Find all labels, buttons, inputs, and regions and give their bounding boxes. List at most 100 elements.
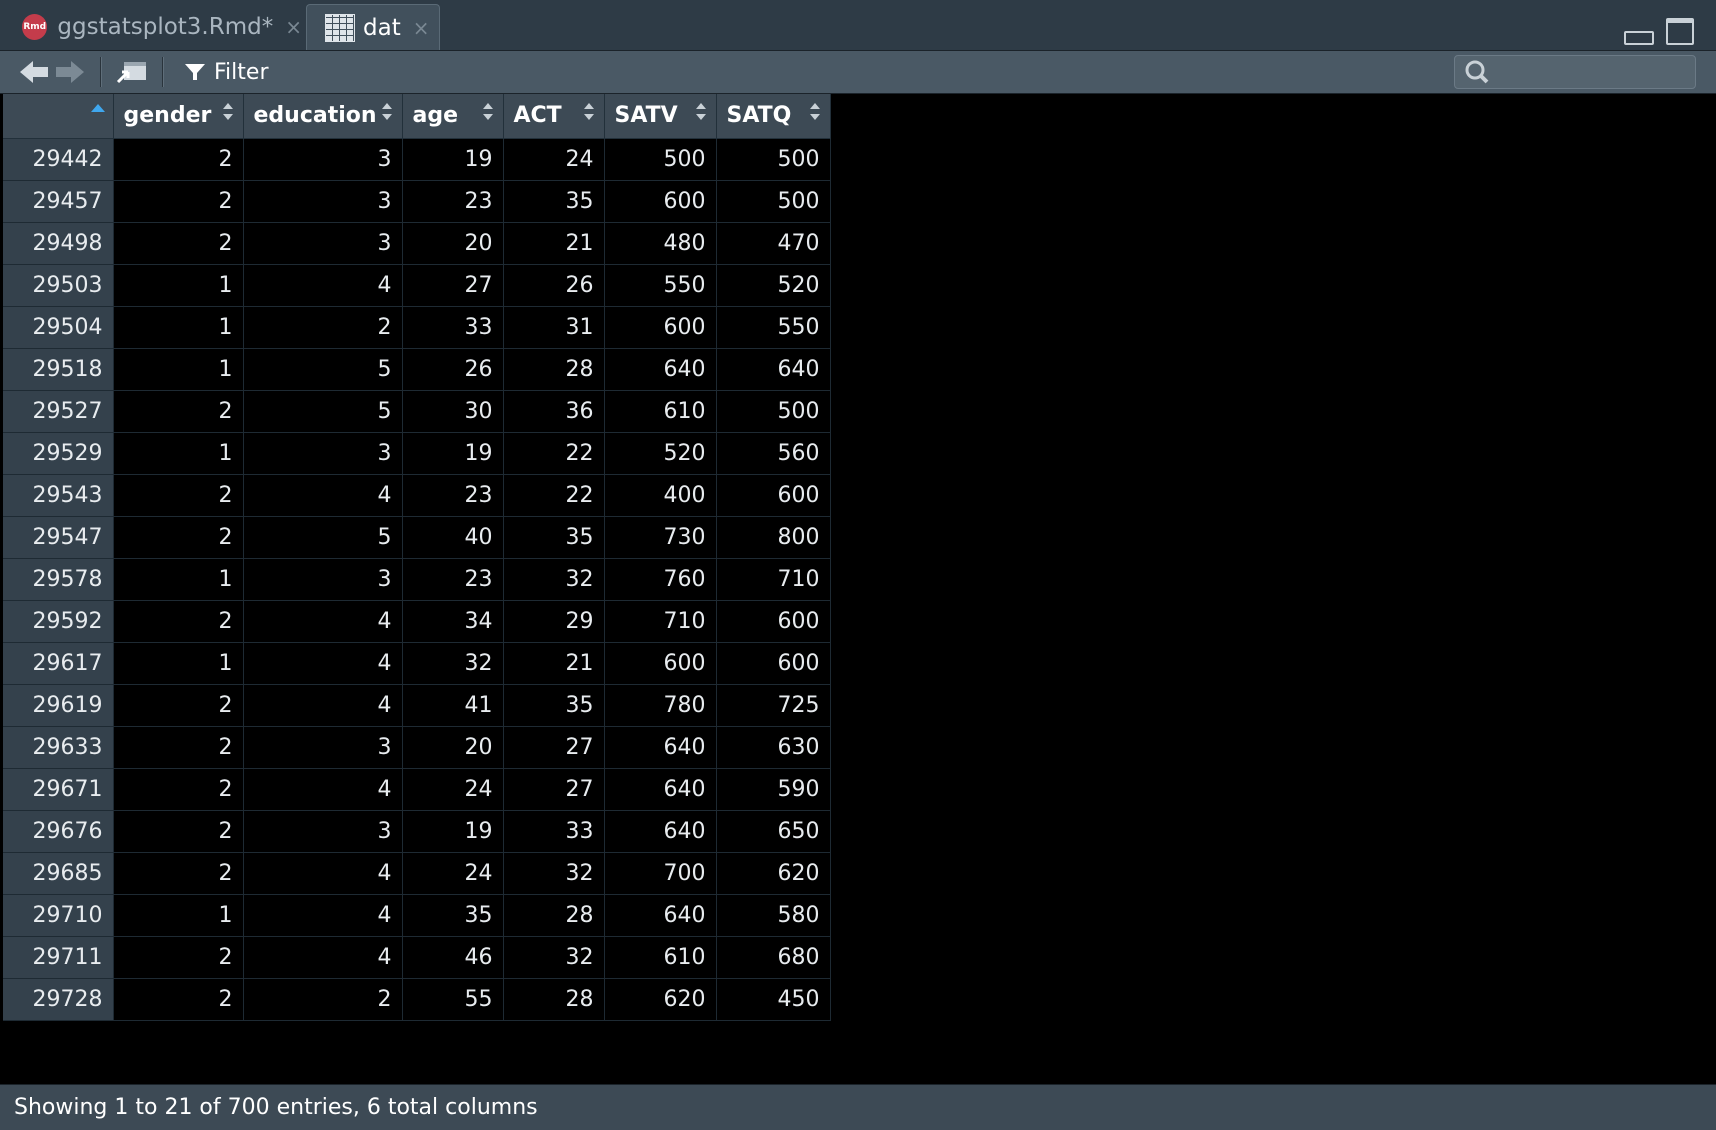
table-cell-satq[interactable]: 550 — [716, 306, 831, 349]
row-name-cell[interactable]: 29676 — [3, 810, 114, 853]
table-cell-education[interactable]: 3 — [243, 726, 403, 769]
popout-window-icon[interactable] — [114, 51, 150, 93]
table-cell-education[interactable]: 5 — [243, 348, 403, 391]
table-cell-education[interactable]: 5 — [243, 516, 403, 559]
table-cell-act[interactable]: 21 — [503, 642, 605, 685]
table-cell-satv[interactable]: 610 — [604, 936, 717, 979]
table-cell-satv[interactable]: 500 — [604, 138, 717, 181]
table-cell-gender[interactable]: 2 — [113, 852, 244, 895]
row-name-cell[interactable]: 29671 — [3, 768, 114, 811]
search-box[interactable] — [1454, 55, 1696, 89]
back-arrow-icon[interactable] — [20, 51, 50, 93]
filter-button[interactable]: Filter — [184, 51, 294, 93]
table-cell-age[interactable]: 30 — [402, 390, 504, 433]
table-cell-education[interactable]: 4 — [243, 852, 403, 895]
table-cell-act[interactable]: 27 — [503, 768, 605, 811]
table-cell-education[interactable]: 4 — [243, 642, 403, 685]
table-cell-gender[interactable]: 2 — [113, 180, 244, 223]
row-name-cell[interactable]: 29529 — [3, 432, 114, 475]
table-cell-gender[interactable]: 1 — [113, 894, 244, 937]
table-cell-satq[interactable]: 650 — [716, 810, 831, 853]
table-cell-gender[interactable]: 2 — [113, 516, 244, 559]
table-cell-age[interactable]: 23 — [402, 558, 504, 601]
table-cell-gender[interactable]: 2 — [113, 768, 244, 811]
table-cell-age[interactable]: 33 — [402, 306, 504, 349]
table-cell-education[interactable]: 3 — [243, 180, 403, 223]
table-cell-age[interactable]: 55 — [402, 978, 504, 1021]
forward-arrow-icon[interactable] — [54, 51, 84, 93]
table-cell-act[interactable]: 29 — [503, 600, 605, 643]
table-cell-satq[interactable]: 500 — [716, 180, 831, 223]
table-cell-satv[interactable]: 640 — [604, 726, 717, 769]
table-cell-satq[interactable]: 620 — [716, 852, 831, 895]
column-header-education[interactable]: education — [243, 94, 403, 139]
table-cell-gender[interactable]: 2 — [113, 474, 244, 517]
row-name-cell[interactable]: 29547 — [3, 516, 114, 559]
table-cell-education[interactable]: 4 — [243, 474, 403, 517]
table-cell-satq[interactable]: 450 — [716, 978, 831, 1021]
maximize-pane-icon[interactable] — [1666, 18, 1694, 45]
table-cell-satv[interactable]: 730 — [604, 516, 717, 559]
table-cell-age[interactable]: 34 — [402, 600, 504, 643]
table-cell-gender[interactable]: 2 — [113, 810, 244, 853]
table-cell-satv[interactable]: 480 — [604, 222, 717, 265]
table-cell-education[interactable]: 4 — [243, 264, 403, 307]
tab-ggstatsplot3-rmd[interactable]: Rmd ggstatsplot3.Rmd* × — [12, 4, 302, 50]
row-name-cell[interactable]: 29728 — [3, 978, 114, 1021]
row-name-cell[interactable]: 29592 — [3, 600, 114, 643]
table-cell-age[interactable]: 20 — [402, 222, 504, 265]
column-header-age[interactable]: age — [402, 94, 504, 139]
table-cell-satq[interactable]: 630 — [716, 726, 831, 769]
table-cell-gender[interactable]: 1 — [113, 348, 244, 391]
table-cell-act[interactable]: 32 — [503, 936, 605, 979]
row-name-cell[interactable]: 29711 — [3, 936, 114, 979]
table-cell-gender[interactable]: 2 — [113, 978, 244, 1021]
table-cell-age[interactable]: 24 — [402, 768, 504, 811]
table-cell-satq[interactable]: 500 — [716, 138, 831, 181]
table-cell-satv[interactable]: 610 — [604, 390, 717, 433]
table-cell-education[interactable]: 3 — [243, 138, 403, 181]
table-cell-gender[interactable]: 1 — [113, 432, 244, 475]
table-cell-satv[interactable]: 780 — [604, 684, 717, 727]
table-cell-age[interactable]: 23 — [402, 474, 504, 517]
table-cell-satv[interactable]: 640 — [604, 768, 717, 811]
close-icon[interactable]: × — [413, 16, 430, 40]
table-cell-satq[interactable]: 560 — [716, 432, 831, 475]
column-header-satv[interactable]: SATV — [604, 94, 717, 139]
table-cell-act[interactable]: 28 — [503, 348, 605, 391]
column-header-act[interactable]: ACT — [503, 94, 605, 139]
table-cell-satq[interactable]: 600 — [716, 474, 831, 517]
row-name-cell[interactable]: 29527 — [3, 390, 114, 433]
row-names-header[interactable] — [3, 94, 114, 139]
row-name-cell[interactable]: 29498 — [3, 222, 114, 265]
row-name-cell[interactable]: 29442 — [3, 138, 114, 181]
table-cell-age[interactable]: 40 — [402, 516, 504, 559]
row-name-cell[interactable]: 29518 — [3, 348, 114, 391]
table-cell-act[interactable]: 28 — [503, 894, 605, 937]
table-cell-satq[interactable]: 500 — [716, 390, 831, 433]
table-cell-satq[interactable]: 600 — [716, 642, 831, 685]
table-cell-education[interactable]: 3 — [243, 432, 403, 475]
table-cell-satq[interactable]: 680 — [716, 936, 831, 979]
table-cell-satv[interactable]: 620 — [604, 978, 717, 1021]
table-cell-act[interactable]: 24 — [503, 138, 605, 181]
table-cell-satv[interactable]: 400 — [604, 474, 717, 517]
table-cell-satv[interactable]: 700 — [604, 852, 717, 895]
table-cell-age[interactable]: 41 — [402, 684, 504, 727]
table-cell-satv[interactable]: 710 — [604, 600, 717, 643]
table-cell-act[interactable]: 31 — [503, 306, 605, 349]
table-cell-education[interactable]: 4 — [243, 768, 403, 811]
table-cell-education[interactable]: 3 — [243, 810, 403, 853]
row-name-cell[interactable]: 29710 — [3, 894, 114, 937]
row-name-cell[interactable]: 29503 — [3, 264, 114, 307]
table-cell-age[interactable]: 24 — [402, 852, 504, 895]
table-cell-act[interactable]: 35 — [503, 684, 605, 727]
table-cell-satv[interactable]: 760 — [604, 558, 717, 601]
table-cell-gender[interactable]: 1 — [113, 264, 244, 307]
table-cell-gender[interactable]: 2 — [113, 138, 244, 181]
table-cell-satv[interactable]: 600 — [604, 180, 717, 223]
table-cell-act[interactable]: 21 — [503, 222, 605, 265]
table-cell-age[interactable]: 20 — [402, 726, 504, 769]
table-cell-education[interactable]: 5 — [243, 390, 403, 433]
table-cell-act[interactable]: 26 — [503, 264, 605, 307]
